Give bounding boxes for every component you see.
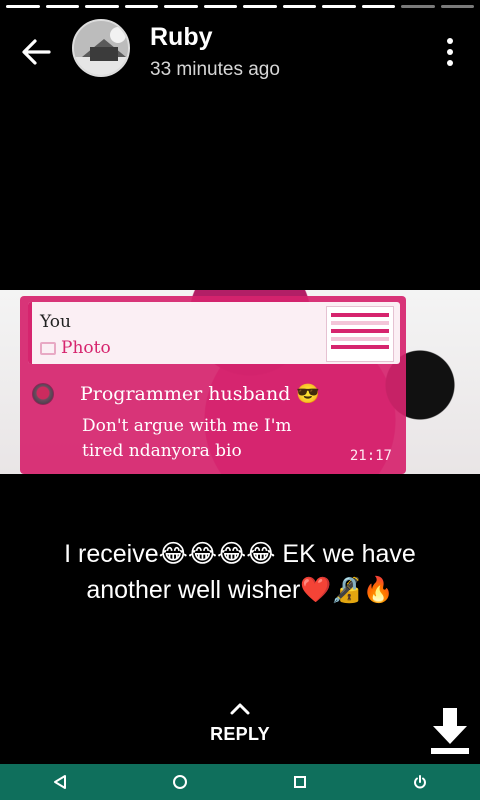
message-line1: Programmer husband 😎 [80, 383, 321, 405]
system-nav-bar [0, 764, 480, 800]
quoted-author: You [40, 312, 71, 332]
progress-segment [45, 5, 79, 8]
nav-home-button[interactable] [160, 764, 200, 800]
progress-segment [203, 5, 237, 8]
nav-back-button[interactable] [40, 764, 80, 800]
nav-recents-button[interactable] [280, 764, 320, 800]
contact-name[interactable]: Ruby [150, 23, 213, 52]
back-triangle-icon [54, 775, 66, 789]
power-icon [414, 775, 426, 789]
chevron-up-icon [230, 703, 250, 715]
chat-screenshot: You Photo Programmer husband 😎 Don't arg… [20, 296, 406, 474]
sender-avatar [32, 383, 54, 405]
nav-power-button[interactable] [400, 764, 440, 800]
status-header: Ruby 33 minutes ago [0, 14, 480, 86]
quoted-message: You Photo [28, 302, 400, 364]
arrow-back-icon [22, 39, 51, 65]
more-vert-icon [447, 38, 453, 44]
progress-segment-pending [401, 5, 435, 8]
progress-segment [6, 5, 40, 8]
message-time: 21:17 [349, 448, 392, 464]
status-caption: I receive😂😂😂😂 EK we have another well wi… [64, 540, 416, 604]
avatar[interactable] [72, 19, 130, 77]
quoted-thumbnail [326, 306, 394, 362]
progress-segment [124, 5, 158, 8]
quoted-photo-text: Photo [61, 338, 111, 358]
photo-icon [40, 341, 56, 355]
status-progress [6, 5, 474, 8]
progress-segment [282, 5, 316, 8]
progress-segment [243, 5, 277, 8]
progress-segment [85, 5, 119, 8]
home-circle-icon [173, 775, 187, 789]
status-time: 33 minutes ago [150, 59, 280, 80]
status-viewer: Ruby 33 minutes ago You Photo Programmer… [0, 0, 480, 800]
progress-segment-current [361, 5, 395, 8]
reply-button[interactable]: REPLY [190, 700, 290, 752]
back-button[interactable] [18, 34, 54, 70]
avatar-image [74, 21, 128, 75]
download-button[interactable] [428, 706, 472, 756]
progress-segment-pending [440, 5, 474, 8]
download-icon [431, 708, 469, 754]
message-line2: Don't argue with me I'm tired ndanyora b… [82, 416, 292, 461]
recents-square-icon [294, 776, 306, 788]
reply-label: REPLY [210, 724, 270, 744]
more-options-button[interactable] [438, 36, 462, 68]
quoted-photo-label: Photo [40, 338, 111, 358]
progress-segment [322, 5, 356, 8]
progress-segment [164, 5, 198, 8]
status-image: You Photo Programmer husband 😎 Don't arg… [0, 290, 480, 474]
